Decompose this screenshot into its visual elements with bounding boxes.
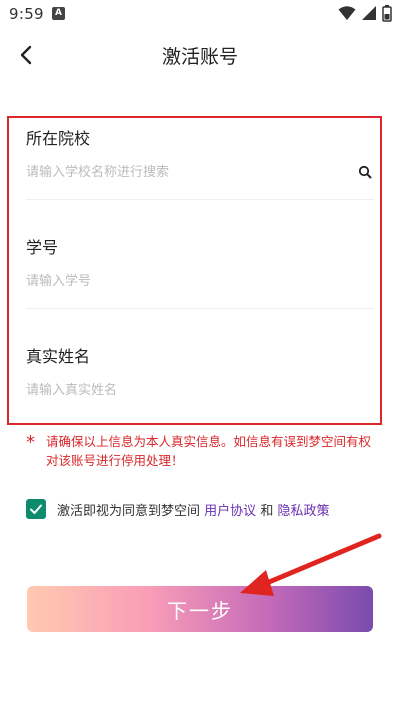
agreement-checkbox[interactable]: [26, 499, 46, 519]
divider: [26, 308, 374, 309]
agreement-text: 激活即视为同意到梦空间 用户协议 和 隐私政策: [57, 500, 329, 519]
agreement-prefix: 激活即视为同意到梦空间: [57, 504, 201, 519]
page-title: 激活账号: [161, 46, 238, 68]
warning-text: 请确保以上信息为本人真实信息。如信息有误到梦空间有权对该账号进行停用处理！: [46, 434, 372, 468]
header: 激活账号: [0, 30, 400, 78]
battery-icon: [382, 5, 392, 22]
divider: [26, 199, 374, 200]
signal-icon: [362, 6, 376, 20]
wifi-icon: [338, 6, 356, 20]
user-agreement-link[interactable]: 用户协议: [204, 504, 256, 519]
student-id-input[interactable]: [26, 268, 371, 294]
student-id-label: 学号: [26, 238, 59, 257]
agreement-and: 和: [260, 504, 274, 519]
student-id-field: 学号: [26, 234, 374, 310]
next-button[interactable]: 下一步: [27, 586, 373, 632]
search-icon[interactable]: [358, 165, 372, 179]
real-name-field: 真实姓名: [26, 343, 374, 403]
privacy-policy-link[interactable]: 隐私政策: [277, 504, 329, 519]
real-name-label: 真实姓名: [26, 347, 91, 366]
status-time: 9:59: [9, 5, 44, 23]
school-label: 所在院校: [26, 129, 91, 148]
notification-icon: A: [52, 7, 65, 20]
real-name-input[interactable]: [26, 377, 371, 403]
school-search-input[interactable]: [26, 159, 371, 185]
school-field: 所在院校: [26, 125, 374, 201]
agreement-row: 激活即视为同意到梦空间 用户协议 和 隐私政策: [26, 499, 376, 521]
status-bar: 9:59 A: [0, 0, 400, 30]
required-star: *: [26, 432, 35, 453]
check-icon: [30, 504, 42, 514]
